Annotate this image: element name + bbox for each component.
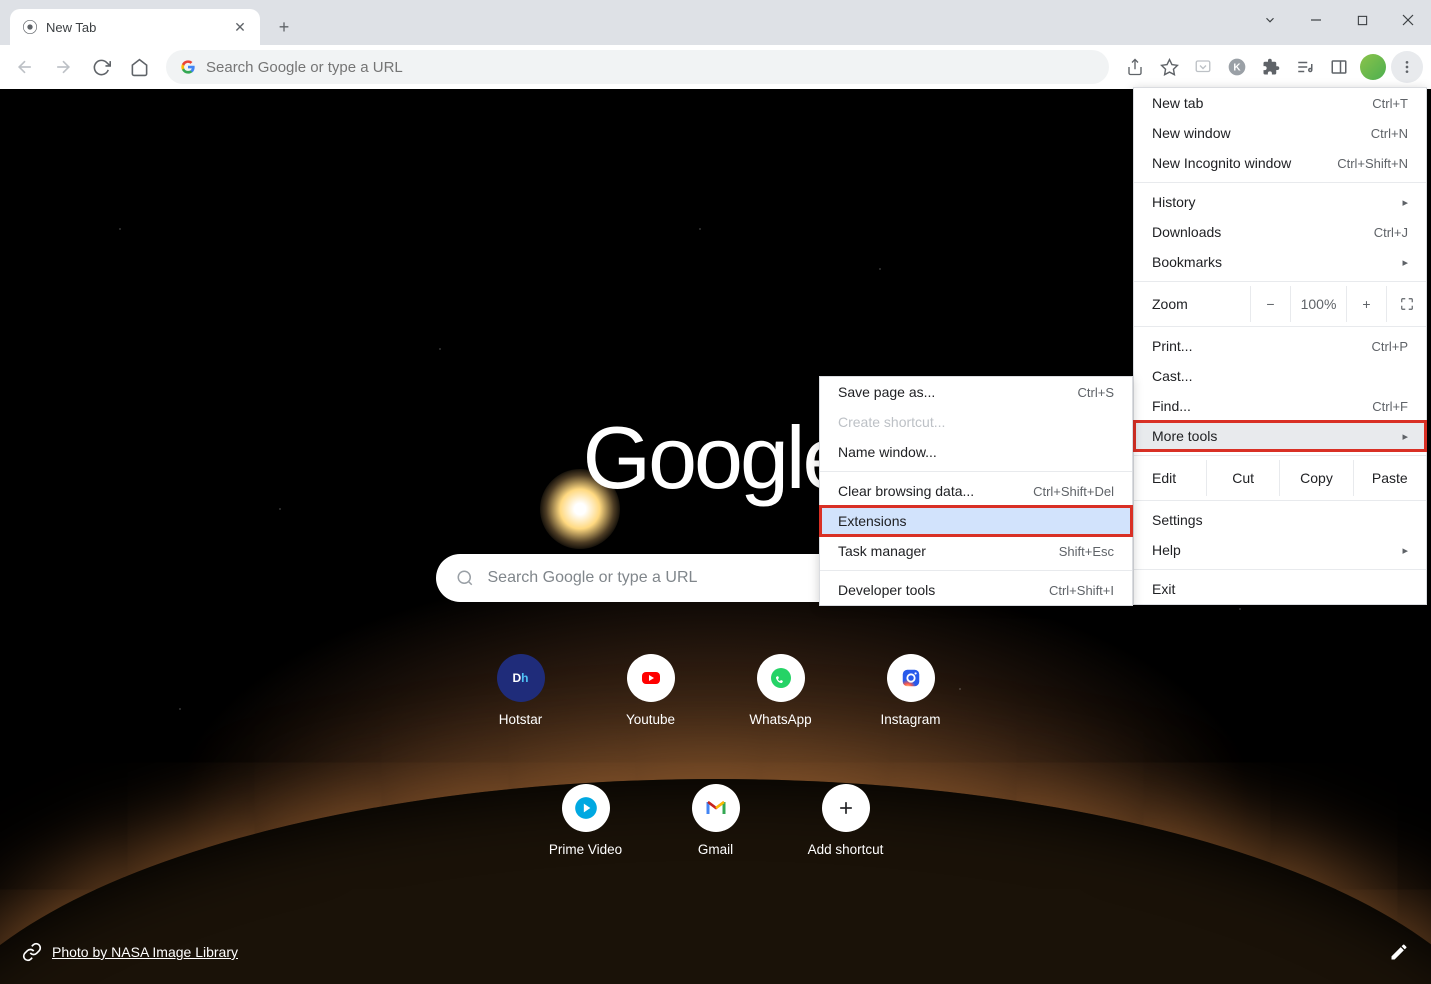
back-button[interactable] (8, 50, 42, 84)
zoom-level: 100% (1290, 286, 1346, 322)
google-logo: Google (583, 407, 849, 509)
playlist-ext-icon[interactable] (1289, 51, 1321, 83)
chevron-down-icon[interactable] (1247, 0, 1293, 40)
sub-save-page[interactable]: Save page as...Ctrl+S (820, 377, 1132, 407)
shortcut-label: Prime Video (549, 842, 622, 857)
zoom-out-button[interactable]: − (1250, 286, 1290, 322)
link-icon (22, 942, 42, 962)
menu-settings[interactable]: Settings (1134, 505, 1426, 535)
credit-text: Photo by NASA Image Library (52, 944, 238, 960)
close-window-icon[interactable] (1385, 0, 1431, 40)
menu-cast[interactable]: Cast... (1134, 361, 1426, 391)
shortcuts-row-2: Prime Video Gmail Add shortcut (521, 774, 911, 867)
menu-new-incognito[interactable]: New Incognito windowCtrl+Shift+N (1134, 148, 1426, 178)
chrome-main-menu: New tabCtrl+T New windowCtrl+N New Incog… (1133, 87, 1427, 605)
circle-k-ext-icon[interactable]: K (1221, 51, 1253, 83)
sub-extensions[interactable]: Extensions (820, 506, 1132, 536)
shortcut-label: Add shortcut (808, 842, 884, 857)
shortcut-label: Gmail (698, 842, 733, 857)
sub-create-shortcut: Create shortcut... (820, 407, 1132, 437)
shortcut-youtube[interactable]: Youtube (586, 644, 716, 737)
google-g-icon (180, 59, 196, 75)
sub-dev-tools[interactable]: Developer toolsCtrl+Shift+I (820, 575, 1132, 605)
close-tab-icon[interactable]: ✕ (232, 19, 248, 35)
fullscreen-icon[interactable] (1386, 286, 1426, 322)
menu-edit-row: Edit Cut Copy Paste (1134, 460, 1426, 496)
chrome-icon (22, 19, 38, 35)
shortcut-gmail[interactable]: Gmail (651, 774, 781, 867)
forward-button[interactable] (46, 50, 80, 84)
shortcut-whatsapp[interactable]: WhatsApp (716, 644, 846, 737)
side-panel-icon[interactable] (1323, 51, 1355, 83)
shortcut-hotstar[interactable]: Dh Hotstar (456, 644, 586, 737)
toolbar: K (0, 45, 1431, 89)
pocket-ext-icon[interactable] (1187, 51, 1219, 83)
shortcut-label: Instagram (880, 712, 940, 727)
menu-new-tab[interactable]: New tabCtrl+T (1134, 88, 1426, 118)
tab-title: New Tab (46, 20, 224, 35)
hotstar-icon: Dh (497, 654, 545, 702)
sub-clear-browsing[interactable]: Clear browsing data...Ctrl+Shift+Del (820, 476, 1132, 506)
primevideo-icon (562, 784, 610, 832)
menu-history[interactable]: History (1134, 187, 1426, 217)
background-credit[interactable]: Photo by NASA Image Library (22, 942, 238, 962)
maximize-icon[interactable] (1339, 0, 1385, 40)
whatsapp-icon (757, 654, 805, 702)
more-tools-submenu: Save page as...Ctrl+S Create shortcut...… (819, 376, 1133, 606)
menu-copy[interactable]: Copy (1279, 460, 1352, 496)
menu-more-tools[interactable]: More tools (1134, 421, 1426, 451)
browser-tab[interactable]: New Tab ✕ (10, 9, 260, 45)
shortcut-instagram[interactable]: Instagram (846, 644, 976, 737)
youtube-icon (627, 654, 675, 702)
svg-text:K: K (1233, 62, 1241, 73)
address-bar[interactable] (166, 50, 1109, 84)
profile-avatar[interactable] (1357, 51, 1389, 83)
bookmark-star-icon[interactable] (1153, 51, 1185, 83)
more-menu-button[interactable] (1391, 51, 1423, 83)
menu-new-window[interactable]: New windowCtrl+N (1134, 118, 1426, 148)
title-bar: New Tab ✕ + (0, 0, 1431, 45)
menu-help[interactable]: Help (1134, 535, 1426, 565)
extensions-puzzle-icon[interactable] (1255, 51, 1287, 83)
home-button[interactable] (122, 50, 156, 84)
shortcut-label: Youtube (626, 712, 675, 727)
extension-icons: K (1119, 51, 1423, 83)
search-icon (456, 569, 474, 587)
search-placeholder: Search Google or type a URL (488, 569, 698, 587)
sub-name-window[interactable]: Name window... (820, 437, 1132, 467)
menu-print[interactable]: Print...Ctrl+P (1134, 331, 1426, 361)
minimize-icon[interactable] (1293, 0, 1339, 40)
new-tab-button[interactable]: + (270, 13, 298, 41)
address-input[interactable] (206, 59, 1095, 76)
menu-find[interactable]: Find...Ctrl+F (1134, 391, 1426, 421)
shortcut-primevideo[interactable]: Prime Video (521, 774, 651, 867)
reload-button[interactable] (84, 50, 118, 84)
window-controls (1247, 0, 1431, 40)
menu-bookmarks[interactable]: Bookmarks (1134, 247, 1426, 277)
share-icon[interactable] (1119, 51, 1151, 83)
sub-task-manager[interactable]: Task managerShift+Esc (820, 536, 1132, 566)
menu-downloads[interactable]: DownloadsCtrl+J (1134, 217, 1426, 247)
menu-cut[interactable]: Cut (1206, 460, 1279, 496)
shortcut-label: Hotstar (499, 712, 543, 727)
menu-exit[interactable]: Exit (1134, 574, 1426, 604)
customize-pencil-icon[interactable] (1389, 942, 1409, 962)
instagram-icon (887, 654, 935, 702)
shortcut-label: WhatsApp (749, 712, 811, 727)
zoom-in-button[interactable]: + (1346, 286, 1386, 322)
plus-icon (822, 784, 870, 832)
menu-zoom: Zoom − 100% + (1134, 286, 1426, 322)
shortcuts-row-1: Dh Hotstar Youtube WhatsApp Instagram (456, 644, 976, 737)
menu-paste[interactable]: Paste (1353, 460, 1426, 496)
gmail-icon (692, 784, 740, 832)
add-shortcut-button[interactable]: Add shortcut (781, 774, 911, 867)
